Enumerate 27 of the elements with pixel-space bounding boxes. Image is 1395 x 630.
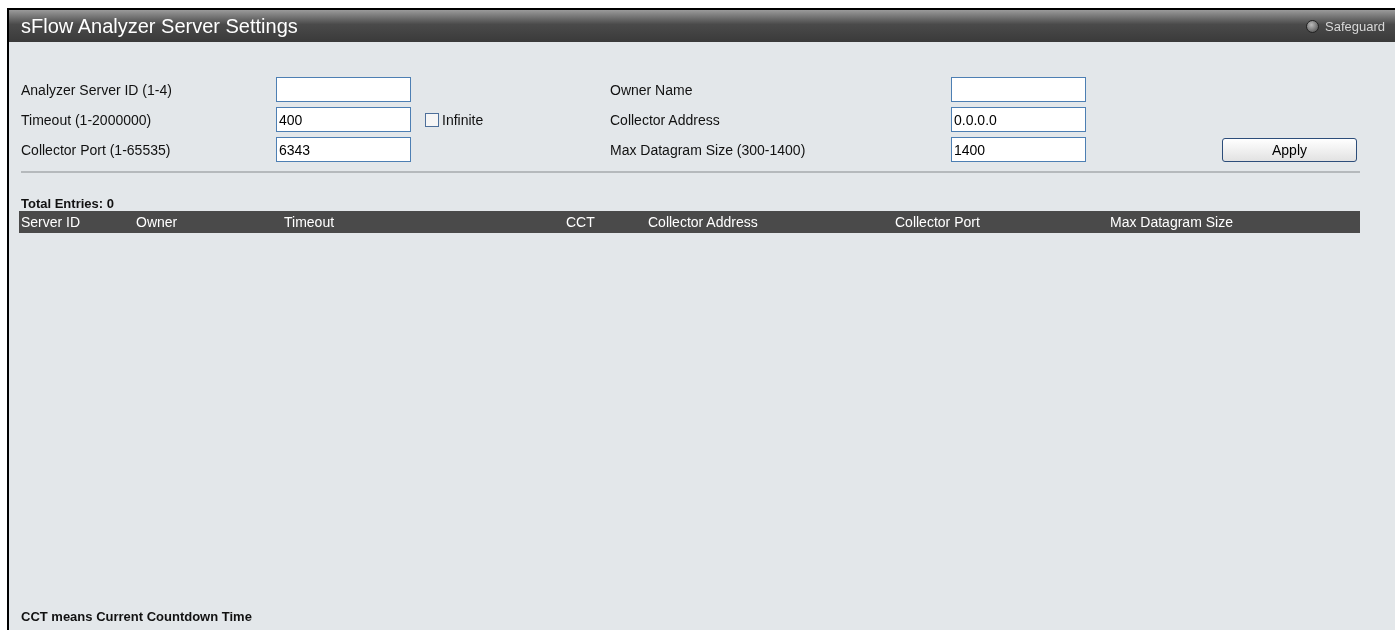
checkbox-label: Infinite	[442, 111, 484, 128]
input-field[interactable]: 1400	[951, 137, 1086, 162]
column-header: Max Datagram Size	[1109, 214, 1234, 230]
field-label: Analyzer Server ID (1-4)	[21, 81, 173, 98]
footnote: CCT means Current Countdown Time	[21, 609, 253, 624]
input-field[interactable]: 0.0.0.0	[951, 107, 1086, 132]
column-header: Owner	[135, 214, 179, 230]
column-header: Collector Port	[894, 214, 981, 230]
input-field[interactable]	[951, 77, 1086, 102]
column-header: CCT	[565, 214, 596, 230]
field-label: Owner Name	[610, 81, 694, 98]
input-field[interactable]	[276, 77, 411, 102]
safeguard-label: Safeguard	[1325, 18, 1385, 34]
total-entries: Total Entries: 0	[21, 196, 115, 211]
input-field[interactable]: 6343	[276, 137, 411, 162]
column-header: Timeout	[283, 214, 336, 230]
field-label: Max Datagram Size (300-1400)	[610, 141, 807, 158]
window-title: sFlow Analyzer Server Settings	[21, 14, 298, 38]
column-header: Server ID	[20, 214, 82, 230]
field-label: Timeout (1-2000000)	[21, 111, 153, 128]
apply-button[interactable]: Apply	[1222, 137, 1357, 162]
field-label: Collector Port (1-65535)	[21, 141, 172, 158]
field-label: Collector Address	[610, 111, 721, 128]
column-header: Collector Address	[647, 214, 759, 230]
checkbox[interactable]	[425, 112, 439, 127]
status-light-icon	[1306, 19, 1319, 33]
input-field[interactable]: 400	[276, 107, 411, 132]
